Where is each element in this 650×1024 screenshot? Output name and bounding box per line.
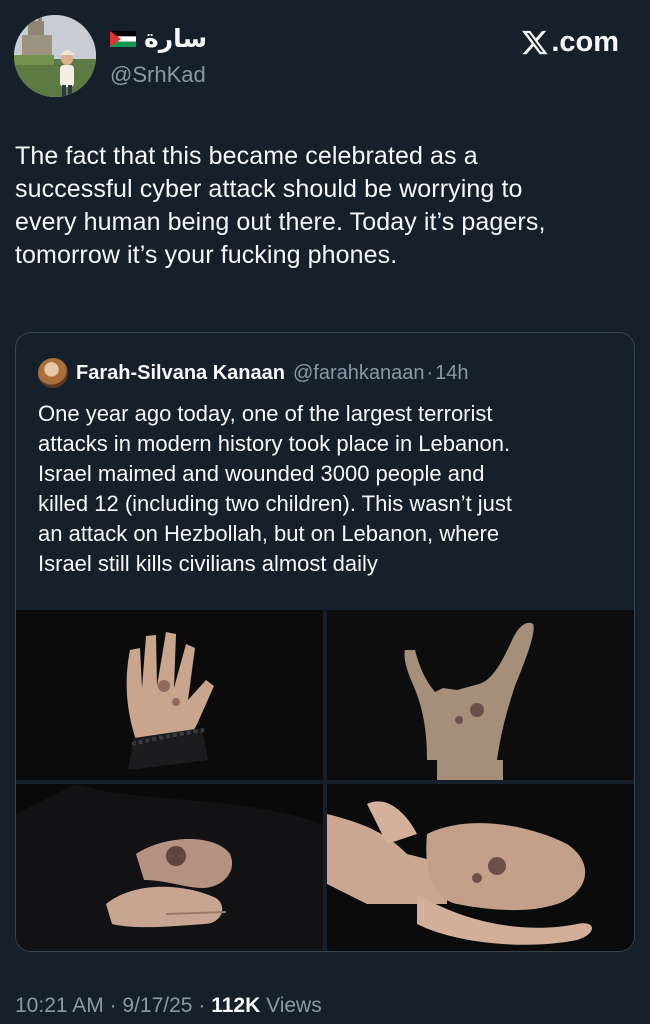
hand-photo-open-palm bbox=[16, 610, 323, 780]
hand-photo-raised-fingers bbox=[327, 610, 634, 780]
tweet-text: The fact that this became celebrated as … bbox=[15, 142, 546, 269]
quoted-author-name[interactable]: Farah-Silvana Kanaan bbox=[76, 360, 285, 386]
hand-photo-interlocked-hands bbox=[327, 784, 634, 951]
brand-text: .com bbox=[551, 26, 619, 58]
palestine-flag-icon bbox=[110, 31, 136, 47]
media-photo-3[interactable] bbox=[16, 784, 323, 951]
quoted-tweet-age[interactable]: 14h bbox=[435, 360, 468, 386]
tweet-time[interactable]: 10:21 AM bbox=[15, 994, 104, 1017]
author-handle[interactable]: @SrhKad bbox=[110, 62, 206, 88]
x-logo-icon bbox=[521, 28, 549, 56]
media-photo-1[interactable] bbox=[16, 610, 323, 780]
footer-separator-2: · bbox=[198, 994, 206, 1017]
tweet-date[interactable]: 9/17/25 bbox=[122, 994, 192, 1017]
views-count[interactable]: 112K bbox=[211, 994, 260, 1017]
quoted-author-avatar[interactable] bbox=[38, 358, 68, 388]
media-photo-2[interactable] bbox=[327, 610, 634, 780]
author-avatar[interactable] bbox=[14, 15, 96, 97]
author-name-row: سارة bbox=[110, 24, 207, 54]
avatar-photo bbox=[14, 15, 96, 97]
quoted-tweet-card[interactable]: Farah-Silvana Kanaan @farahkanaan · 14h … bbox=[15, 332, 635, 952]
quoted-media-grid bbox=[16, 610, 634, 951]
brand-watermark: .com bbox=[521, 24, 619, 60]
quoted-author-handle[interactable]: @farahkanaan bbox=[293, 360, 425, 386]
hand-photo-resting-hands bbox=[16, 784, 323, 951]
footer-separator-1: · bbox=[109, 994, 117, 1017]
author-display-name[interactable]: سارة bbox=[144, 24, 207, 54]
tweet-footer: 10:21 AM · 9/17/25 · 112K Views bbox=[15, 992, 322, 1020]
quoted-tweet-text: One year ago today, one of the largest t… bbox=[38, 401, 513, 576]
views-label: Views bbox=[266, 994, 322, 1017]
quoted-tweet-header: Farah-Silvana Kanaan @farahkanaan · 14h bbox=[38, 358, 469, 388]
tweet-screenshot: سارة @SrhKad .com The fact that this bec… bbox=[0, 0, 650, 1024]
media-photo-4[interactable] bbox=[327, 784, 634, 951]
quoted-separator: · bbox=[426, 362, 434, 384]
